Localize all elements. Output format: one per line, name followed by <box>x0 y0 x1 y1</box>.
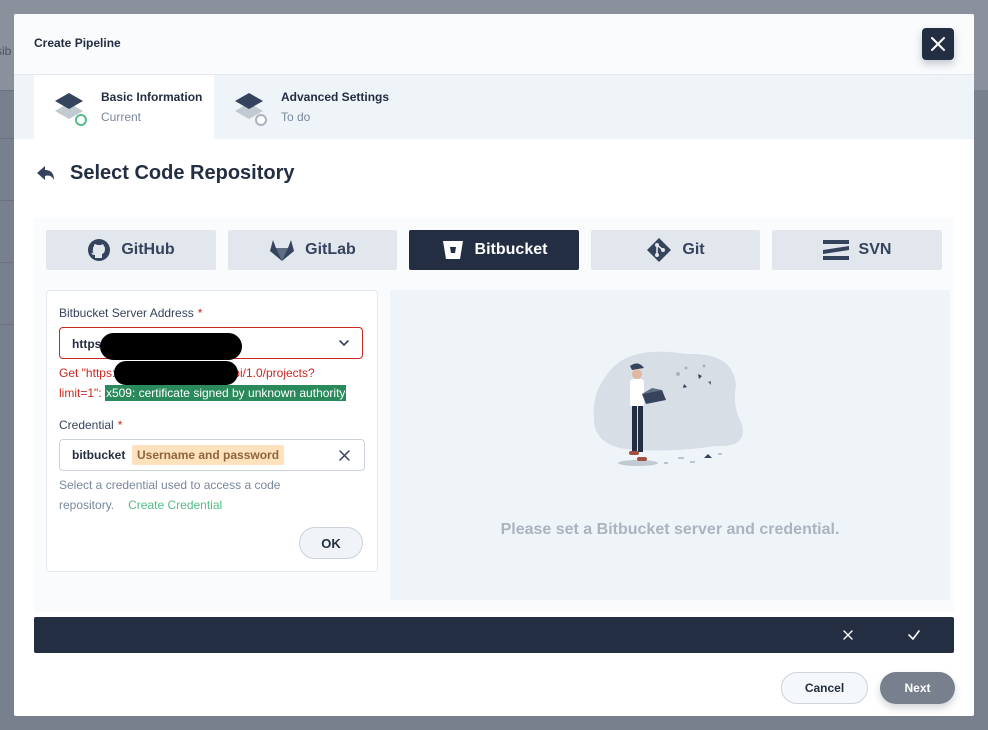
tab-github[interactable]: GitHub <box>46 230 216 270</box>
step-advanced-settings[interactable]: Advanced Settings To do <box>214 75 414 139</box>
background-divider <box>0 90 14 91</box>
background-divider <box>0 262 14 263</box>
background-divider <box>0 200 14 201</box>
credential-type-badge: Username and password <box>132 445 285 465</box>
repository-panel: GitHub GitLab Bitbucket Git SVN Bitbucke… <box>34 218 954 612</box>
svn-icon <box>822 240 849 260</box>
error-message-line2: limit=1": x509: certificate signed by un… <box>59 385 347 401</box>
tab-label: GitHub <box>121 241 175 258</box>
step-title: Advanced Settings <box>281 90 390 104</box>
repository-preview: Please set a Bitbucket server and creden… <box>390 290 950 600</box>
gitlab-icon <box>270 240 295 261</box>
redaction-mark <box>100 333 242 360</box>
tab-label: GitLab <box>305 241 356 258</box>
layers-icon <box>55 93 87 126</box>
background-text: sib <box>0 44 12 58</box>
bitbucket-icon <box>442 241 463 259</box>
credential-value: bitbucket <box>72 448 126 462</box>
tab-svn[interactable]: SVN <box>772 230 942 270</box>
close-modal-button[interactable] <box>922 28 954 60</box>
next-button[interactable]: Next <box>880 672 955 704</box>
credential-label: Credential * <box>59 418 123 432</box>
background-divider <box>0 138 14 139</box>
tab-bitbucket[interactable]: Bitbucket <box>409 230 579 270</box>
git-icon <box>647 238 672 262</box>
close-icon[interactable] <box>840 627 856 643</box>
modal-title: Create Pipeline <box>34 36 121 50</box>
tab-label: Git <box>682 241 705 258</box>
credential-select[interactable]: bitbucket Username and password <box>59 439 365 471</box>
error-highlight: x509: certificate signed by unknown auth… <box>104 385 347 401</box>
server-address-value: https <box>72 337 102 351</box>
create-pipeline-modal: Create Pipeline Basic Information Curren… <box>14 14 974 716</box>
tab-git[interactable]: Git <box>591 230 760 270</box>
check-icon[interactable] <box>906 627 922 643</box>
clear-icon[interactable] <box>339 450 350 461</box>
step-indicator: Basic Information Current Advanced Setti… <box>14 75 974 139</box>
layers-icon <box>235 93 267 126</box>
step-title: Basic Information <box>101 90 203 104</box>
preview-message: Please set a Bitbucket server and creden… <box>500 521 840 538</box>
redaction-mark <box>114 361 238 385</box>
section-title: Select Code Repository <box>70 162 295 184</box>
github-icon <box>88 239 111 261</box>
back-arrow-icon[interactable] <box>36 164 56 182</box>
credential-help-line2: repository. Create Credential <box>59 498 223 512</box>
step-basic-information[interactable]: Basic Information Current <box>34 75 214 139</box>
credential-help-line1: Select a credential used to access a cod… <box>59 478 281 492</box>
step-status: Current <box>101 110 142 124</box>
server-address-label: Bitbucket Server Address * <box>59 306 203 320</box>
empty-box-illustration <box>593 351 743 466</box>
bitbucket-form: Bitbucket Server Address * https Get "htt… <box>46 290 378 572</box>
action-bar <box>34 617 954 653</box>
step-status: To do <box>281 110 311 124</box>
close-icon <box>931 37 945 51</box>
cancel-button[interactable]: Cancel <box>781 672 868 704</box>
background-divider <box>0 324 14 325</box>
tab-label: Bitbucket <box>474 241 548 258</box>
ok-button[interactable]: OK <box>299 527 363 559</box>
server-address-select[interactable]: https <box>59 327 363 360</box>
create-credential-link[interactable]: Create Credential <box>128 498 222 512</box>
tab-gitlab[interactable]: GitLab <box>228 230 397 270</box>
tab-label: SVN <box>858 241 892 258</box>
chevron-down-icon <box>339 340 349 347</box>
modal-header: Create Pipeline <box>14 14 974 75</box>
